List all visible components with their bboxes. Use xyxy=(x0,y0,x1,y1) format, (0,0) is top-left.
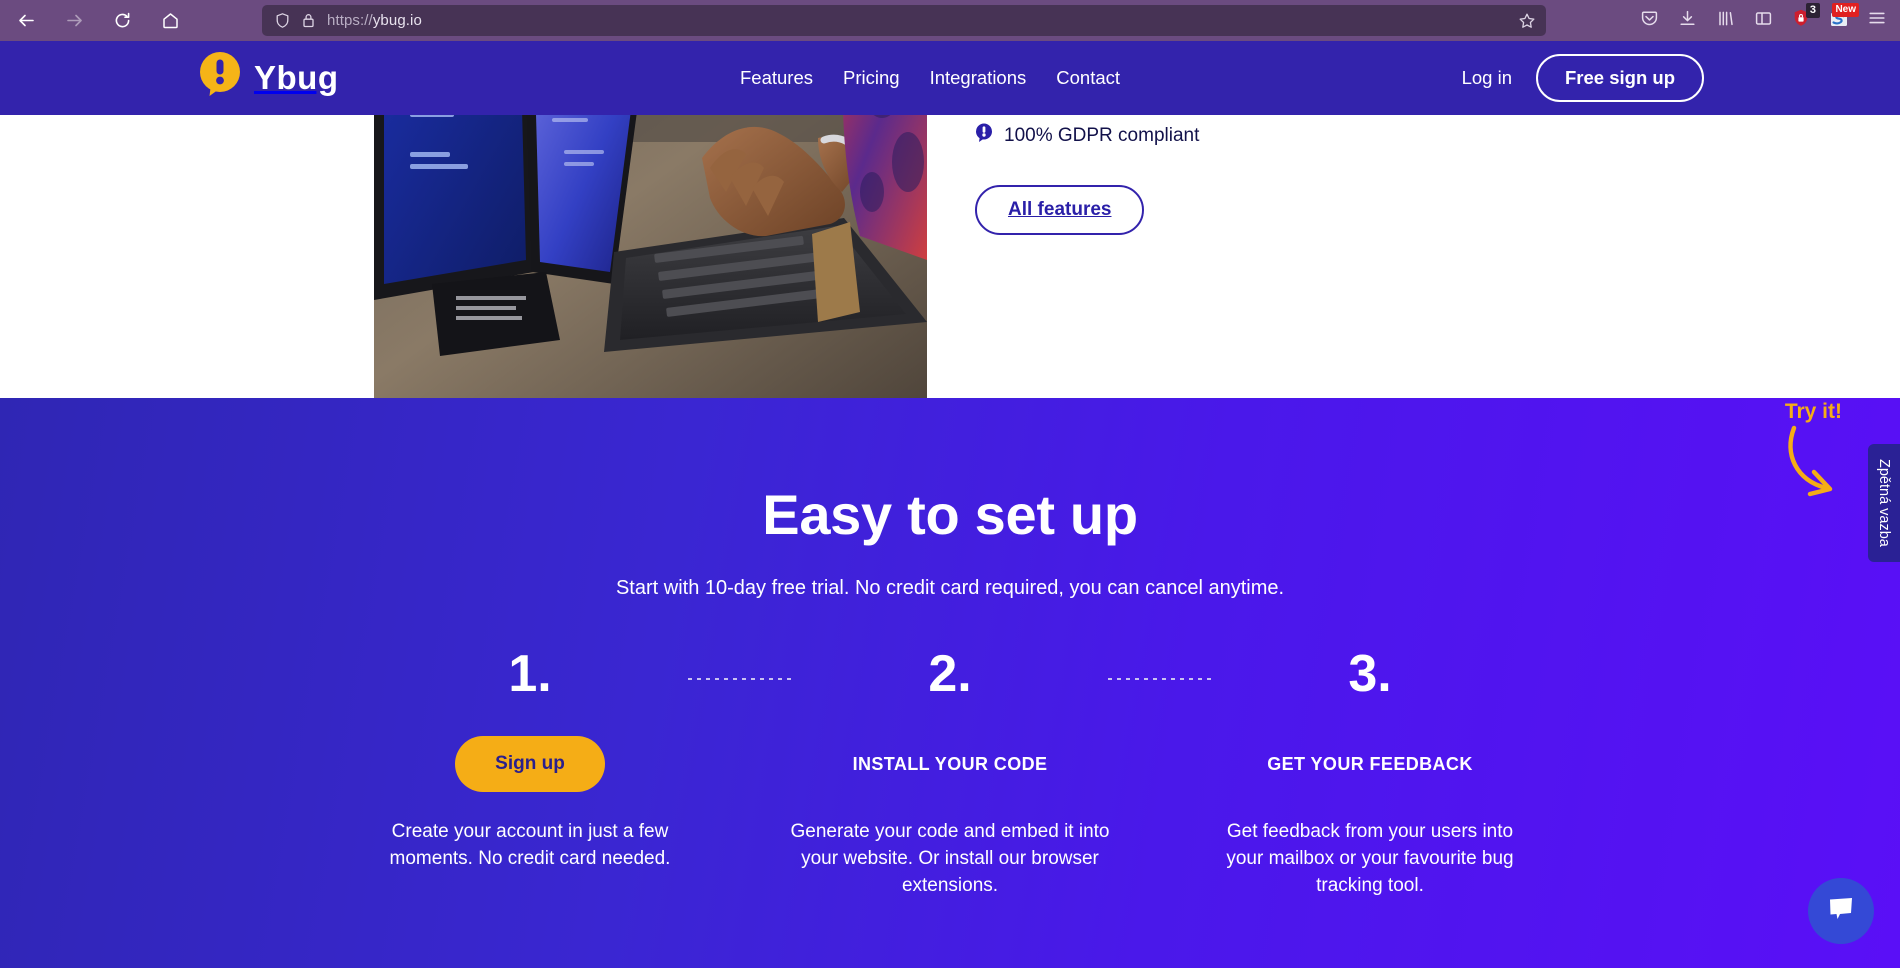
curved-arrow-icon xyxy=(1786,424,1848,509)
step-body: GET YOUR FEEDBACK xyxy=(1160,736,1580,792)
library-icon xyxy=(1716,9,1735,33)
login-link[interactable]: Log in xyxy=(1462,67,1512,89)
browser-toolbar-right: 3 New xyxy=(1630,0,1896,41)
downloads-icon xyxy=(1678,9,1697,33)
hero-right-column: 100% GDPR compliant All features xyxy=(975,115,1199,235)
nav-link-pricing[interactable]: Pricing xyxy=(843,67,900,89)
nav-link-integrations[interactable]: Integrations xyxy=(930,67,1027,89)
browser-nav-buttons xyxy=(0,3,188,39)
hero-section: 100% GDPR compliant All features xyxy=(0,115,1900,398)
setup-step-2: 2. INSTALL YOUR CODE Generate your code … xyxy=(740,645,1212,899)
hamburger-menu-button[interactable] xyxy=(1858,2,1896,40)
setup-section-subtitle: Start with 10-day free trial. No credit … xyxy=(615,577,1285,599)
shield-badge-count: 3 xyxy=(1805,2,1820,18)
header-actions: Log in Free sign up xyxy=(1462,54,1704,102)
nav-link-features[interactable]: Features xyxy=(740,67,813,89)
site-logo[interactable]: Ybug xyxy=(199,51,338,106)
sidebar-icon xyxy=(1754,9,1773,33)
pocket-button[interactable] xyxy=(1630,2,1668,40)
setup-step-1: 1. Sign up Create your account in just a… xyxy=(320,645,792,899)
feedback-tab-button[interactable]: Zpětná vazba xyxy=(1868,444,1900,562)
chat-widget-button[interactable] xyxy=(1808,878,1874,944)
step-description: Create your account in just a few moment… xyxy=(389,821,671,870)
step-description: Generate your code and embed it into you… xyxy=(790,821,1110,897)
reload-button[interactable] xyxy=(104,3,140,39)
back-button[interactable] xyxy=(8,3,44,39)
url-bar[interactable]: https://ybug.io xyxy=(262,5,1546,36)
step-description: Get feedback from your users into your m… xyxy=(1226,821,1514,897)
nav-link-contact[interactable]: Contact xyxy=(1056,67,1120,89)
browser-chrome: https://ybug.io 3 New xyxy=(0,0,1900,41)
url-protocol: https:// xyxy=(327,12,373,29)
hamburger-menu-icon xyxy=(1867,8,1887,33)
back-arrow-icon xyxy=(17,11,36,30)
reload-icon xyxy=(113,11,132,30)
step-label: GET YOUR FEEDBACK xyxy=(1267,753,1473,774)
site-logo-text: Ybug xyxy=(254,59,339,96)
tracking-protection-shield-icon[interactable] xyxy=(274,12,291,29)
setup-step-3: 3. GET YOUR FEEDBACK Get feedback from y… xyxy=(1160,648,1580,899)
shield-extension-button[interactable]: 3 xyxy=(1782,2,1820,40)
home-icon xyxy=(161,11,180,30)
signup-cta-button[interactable]: Sign up xyxy=(455,736,605,792)
ybug-speech-bubble-icon xyxy=(199,51,243,106)
downloads-button[interactable] xyxy=(1668,2,1706,40)
step-body: INSTALL YOUR CODE xyxy=(740,736,1160,792)
feedback-tab-label: Zpětná vazba xyxy=(1876,459,1892,547)
library-button[interactable] xyxy=(1706,2,1744,40)
hero-laptop-photo xyxy=(374,115,927,398)
pocket-icon xyxy=(1640,9,1659,33)
extension-badge-new: New xyxy=(1832,2,1859,17)
easy-setup-section: Easy to set up Start with 10-day free tr… xyxy=(0,398,1900,968)
ybug-bubble-bullet-icon xyxy=(975,123,993,148)
setup-section-title: Easy to set up xyxy=(762,483,1138,546)
all-features-button[interactable]: All features xyxy=(975,185,1145,235)
setup-steps: 1. Sign up Create your account in just a… xyxy=(0,648,1900,899)
try-it-annotation: Try it! xyxy=(1784,400,1842,423)
step-label: INSTALL YOUR CODE xyxy=(852,753,1048,774)
step-body: Sign up xyxy=(320,736,740,792)
step-number: 1. xyxy=(508,645,552,703)
url-text[interactable]: https://ybug.io xyxy=(327,12,1518,29)
home-button[interactable] xyxy=(152,3,188,39)
step-number: 3. xyxy=(1348,645,1392,703)
free-signup-button[interactable]: Free sign up xyxy=(1536,54,1704,102)
extension-button[interactable]: New xyxy=(1820,2,1859,40)
url-host: ybug.io xyxy=(372,12,422,29)
star-bookmark-icon[interactable] xyxy=(1518,12,1536,30)
gdpr-text: 100% GDPR compliant xyxy=(1004,124,1200,146)
main-navigation: Features Pricing Integrations Contact xyxy=(740,67,1120,89)
step-number: 2. xyxy=(928,645,972,703)
forward-arrow-icon xyxy=(65,11,84,30)
gdpr-compliance-row: 100% GDPR compliant xyxy=(975,123,1199,148)
site-header: Ybug Features Pricing Integrations Conta… xyxy=(0,41,1900,115)
sidebar-button[interactable] xyxy=(1744,2,1782,40)
padlock-icon xyxy=(301,12,316,29)
forward-button[interactable] xyxy=(56,3,92,39)
chat-bubble-icon xyxy=(1826,894,1856,929)
